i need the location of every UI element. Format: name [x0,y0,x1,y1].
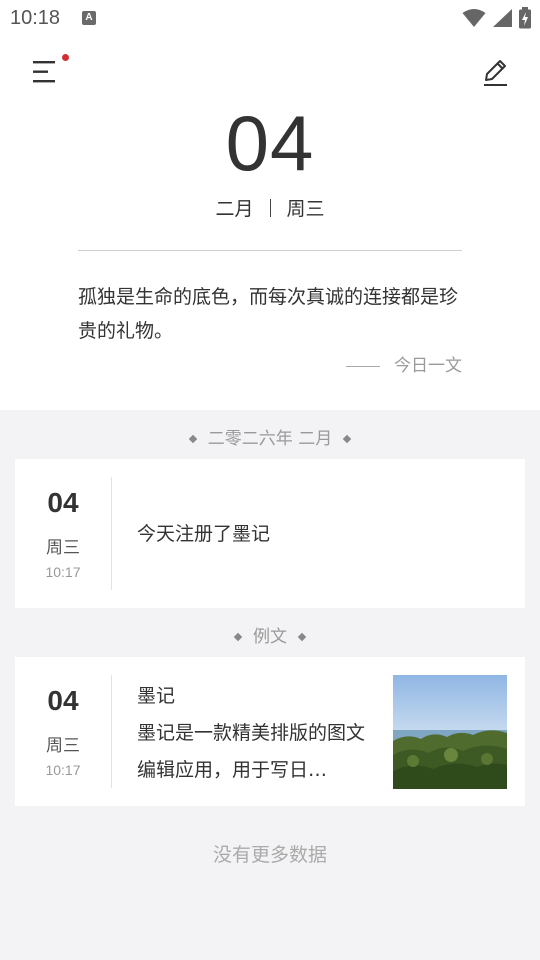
entry-time: 10:17 [45,564,81,580]
no-more-data: 没有更多数据 [212,844,327,866]
wifi-icon [462,9,486,27]
battery-icon [519,7,531,29]
pencil-icon [484,60,507,86]
section-header-month: 二零二六年 二月 [0,424,540,449]
entry-divider [111,675,112,788]
seascape-image [393,675,507,789]
section-header-example: 例文 [0,622,540,647]
current-month: 二月 [215,198,254,220]
diamond-icon [342,434,352,444]
entry-excerpt: 墨记是一款精美排版的图文编辑应用，用于写日… [137,722,366,781]
entry-weekday: 周三 [46,736,80,756]
menu-button[interactable] [30,54,69,88]
entry-day: 04 [47,487,79,518]
daily-quote[interactable]: 孤独是生命的底色，而每次真诚的连接都是珍贵的礼物。 [78,280,462,348]
entry-title: 墨记 [137,685,176,707]
notification-dot [62,54,69,61]
date-separator [269,199,271,217]
entry-time: 10:17 [45,762,81,778]
quote-source-label: 今日一文 [394,356,462,376]
diary-entry-card[interactable]: 04 周三 10:17 今天注册了墨记 [15,459,525,608]
entry-date-block: 04 周三 10:17 [15,657,111,806]
example-entry-card[interactable]: 04 周三 10:17 墨记 墨记是一款精美排版的图文编辑应用，用于写日… [15,657,525,806]
edit-button[interactable] [480,56,510,88]
entry-divider [111,477,112,590]
quote-dash [346,365,380,367]
status-time: 10:18 [10,7,61,29]
section-title: 二零二六年 二月 [207,429,333,449]
quote-source: 今日一文 [346,351,462,376]
diamond-icon [188,434,198,444]
header-panel: 10:18 A 04 二月 周三 孤独是生命的底色，而每次真诚的连接都是珍贵的礼… [0,0,540,410]
current-day: 04 [225,99,315,187]
section-title: 例文 [253,627,287,647]
diamond-icon [297,632,307,642]
entry-text: 今天注册了墨记 [137,523,271,545]
diamond-icon [233,632,243,642]
date-line: 二月 周三 [0,194,540,221]
divider [78,250,462,251]
entry-date-block: 04 周三 10:17 [15,459,111,608]
notification-icon: A [82,11,96,25]
entry-thumbnail [393,675,507,789]
menu-icon [33,61,55,83]
entry-weekday: 周三 [46,538,80,558]
status-bar: 10:18 A [0,0,540,36]
signal-icon [492,9,512,27]
entry-day: 04 [47,685,79,716]
current-weekday: 周三 [286,198,325,220]
status-icons [462,7,532,29]
